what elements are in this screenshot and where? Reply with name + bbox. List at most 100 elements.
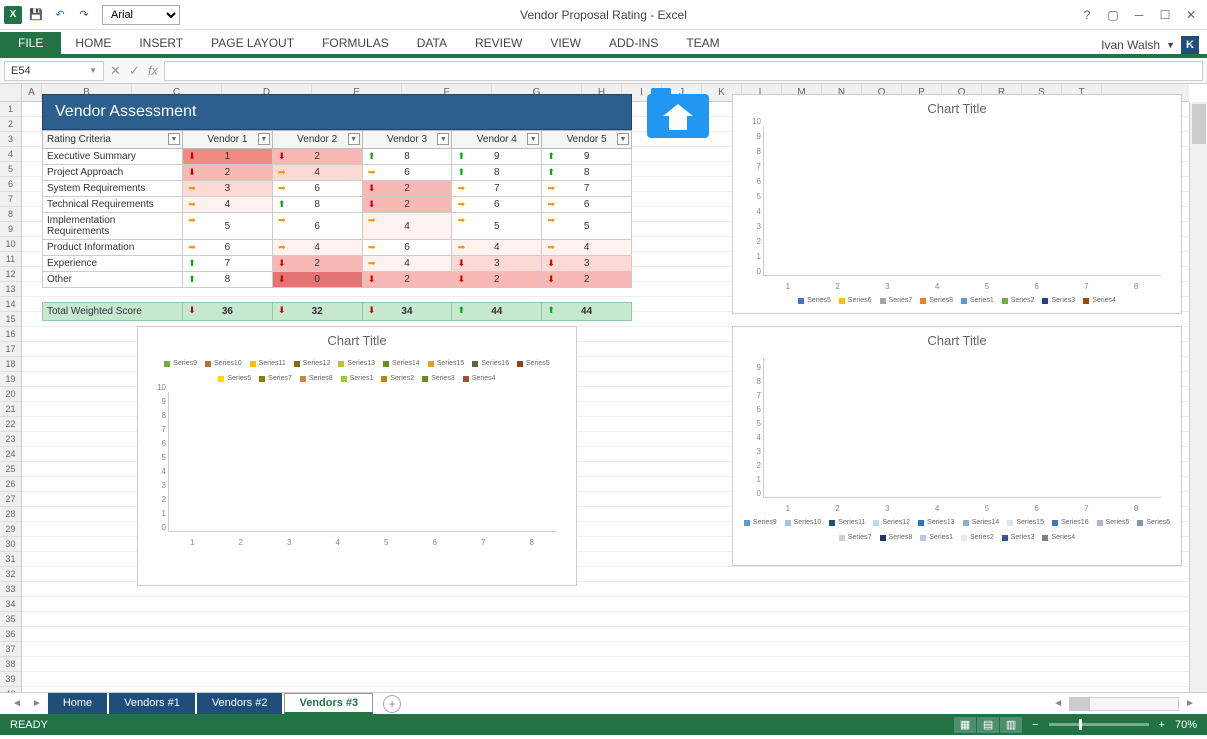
row-header[interactable]: 26 (0, 477, 21, 492)
score-cell[interactable]: ⬇2 (362, 272, 452, 288)
minimize-icon[interactable]: ─ (1127, 5, 1151, 25)
row-header[interactable]: 11 (0, 252, 21, 267)
row-header[interactable]: 10 (0, 237, 21, 252)
ribbon-tab-file[interactable]: FILE (0, 32, 61, 54)
filter-dropdown-icon[interactable]: ▼ (617, 133, 629, 145)
ribbon-tab-insert[interactable]: INSERT (125, 32, 197, 54)
row-header[interactable]: 9 (0, 222, 21, 237)
sheet-tab[interactable]: Vendors #2 (197, 693, 283, 714)
score-cell[interactable]: ➡4 (272, 165, 362, 181)
row-header[interactable]: 15 (0, 312, 21, 327)
row-header[interactable]: 2 (0, 117, 21, 132)
row-header[interactable]: 21 (0, 402, 21, 417)
row-header[interactable]: 25 (0, 462, 21, 477)
ribbon-tab-team[interactable]: TEAM (672, 32, 733, 54)
score-cell[interactable]: ➡5 (183, 213, 273, 240)
score-cell[interactable]: ➡6 (183, 240, 273, 256)
score-cell[interactable]: ⬇3 (452, 256, 542, 272)
score-cell[interactable]: ➡4 (362, 213, 452, 240)
page-layout-view-icon[interactable]: ▤ (977, 717, 999, 733)
table-header[interactable]: Vendor 3▼ (362, 131, 452, 149)
score-cell[interactable]: ⬇2 (452, 272, 542, 288)
fx-icon[interactable]: fx (148, 63, 158, 78)
horizontal-scrollbar[interactable] (1069, 697, 1179, 711)
criteria-cell[interactable]: Implementation Requirements (43, 213, 183, 240)
score-cell[interactable]: ⬆8 (272, 197, 362, 213)
row-header[interactable]: 23 (0, 432, 21, 447)
row-header[interactable]: 16 (0, 327, 21, 342)
score-cell[interactable]: ⬆9 (452, 149, 542, 165)
total-cell[interactable]: ⬇32 (272, 303, 362, 321)
ribbon-tab-view[interactable]: VIEW (536, 32, 595, 54)
score-cell[interactable]: ➡4 (272, 240, 362, 256)
criteria-cell[interactable]: Other (43, 272, 183, 288)
score-cell[interactable]: ➡3 (183, 181, 273, 197)
ribbon-tab-review[interactable]: REVIEW (461, 32, 536, 54)
row-header[interactable]: 37 (0, 642, 21, 657)
score-cell[interactable]: ➡5 (542, 213, 632, 240)
criteria-cell[interactable]: System Requirements (43, 181, 183, 197)
total-cell[interactable]: ⬆44 (452, 303, 542, 321)
ribbon-tab-page-layout[interactable]: PAGE LAYOUT (197, 32, 308, 54)
score-cell[interactable]: ⬆8 (362, 149, 452, 165)
row-header[interactable]: 39 (0, 672, 21, 687)
chart[interactable]: Chart TitleSeries9Series10Series11Series… (137, 326, 577, 586)
score-cell[interactable]: ➡4 (542, 240, 632, 256)
zoom-out-icon[interactable]: − (1032, 719, 1038, 731)
score-cell[interactable]: ⬆8 (542, 165, 632, 181)
user-name[interactable]: Ivan Walsh (1101, 38, 1160, 52)
score-cell[interactable]: ➡4 (183, 197, 273, 213)
normal-view-icon[interactable]: ▦ (954, 717, 976, 733)
row-header[interactable]: 17 (0, 342, 21, 357)
redo-icon[interactable]: ↷ (74, 5, 94, 25)
row-header[interactable]: 29 (0, 522, 21, 537)
chart[interactable]: Chart Title01234567891012345678Series5Se… (732, 94, 1182, 314)
score-cell[interactable]: ⬆8 (183, 272, 273, 288)
vertical-scrollbar[interactable] (1189, 102, 1207, 692)
row-header[interactable]: 1 (0, 102, 21, 117)
score-cell[interactable]: ➡6 (542, 197, 632, 213)
criteria-cell[interactable]: Product Information (43, 240, 183, 256)
row-header[interactable]: 33 (0, 582, 21, 597)
criteria-cell[interactable]: Project Approach (43, 165, 183, 181)
help-icon[interactable]: ? (1075, 5, 1099, 25)
ribbon-tab-formulas[interactable]: FORMULAS (308, 32, 403, 54)
row-header[interactable]: 20 (0, 387, 21, 402)
score-cell[interactable]: ⬇2 (272, 149, 362, 165)
row-header[interactable]: 8 (0, 207, 21, 222)
zoom-slider[interactable] (1049, 723, 1149, 726)
ribbon-tab-add-ins[interactable]: ADD-INS (595, 32, 672, 54)
save-icon[interactable]: 💾 (26, 5, 46, 25)
criteria-cell[interactable]: Executive Summary (43, 149, 183, 165)
score-cell[interactable]: ➡7 (542, 181, 632, 197)
chart[interactable]: Chart Title012345678912345678Series9Seri… (732, 326, 1182, 566)
user-avatar[interactable]: K (1181, 36, 1199, 54)
score-cell[interactable]: ⬇3 (542, 256, 632, 272)
total-cell[interactable]: ⬆44 (542, 303, 632, 321)
row-header[interactable]: 35 (0, 612, 21, 627)
score-cell[interactable]: ⬇2 (362, 197, 452, 213)
ribbon-options-icon[interactable]: ▢ (1101, 5, 1125, 25)
table-header[interactable]: Vendor 5▼ (542, 131, 632, 149)
criteria-cell[interactable]: Technical Requirements (43, 197, 183, 213)
cancel-formula-icon[interactable]: ✕ (110, 63, 121, 79)
score-cell[interactable]: ➡6 (452, 197, 542, 213)
row-header[interactable]: 32 (0, 567, 21, 582)
undo-icon[interactable]: ↶ (50, 5, 70, 25)
row-header[interactable]: 7 (0, 192, 21, 207)
row-header[interactable]: 22 (0, 417, 21, 432)
filter-dropdown-icon[interactable]: ▼ (258, 133, 270, 145)
row-header[interactable]: 38 (0, 657, 21, 672)
score-cell[interactable]: ⬆8 (452, 165, 542, 181)
filter-dropdown-icon[interactable]: ▼ (348, 133, 360, 145)
close-icon[interactable]: ✕ (1179, 5, 1203, 25)
tab-nav-prev-icon[interactable]: ◄ (8, 698, 26, 709)
filter-dropdown-icon[interactable]: ▼ (168, 133, 180, 145)
score-cell[interactable]: ➡7 (452, 181, 542, 197)
accept-formula-icon[interactable]: ✓ (129, 63, 140, 79)
add-sheet-button[interactable]: + (383, 695, 401, 713)
score-cell[interactable]: ➡6 (272, 213, 362, 240)
score-cell[interactable]: ⬇1 (183, 149, 273, 165)
row-header[interactable]: 18 (0, 357, 21, 372)
table-header[interactable]: Vendor 4▼ (452, 131, 542, 149)
